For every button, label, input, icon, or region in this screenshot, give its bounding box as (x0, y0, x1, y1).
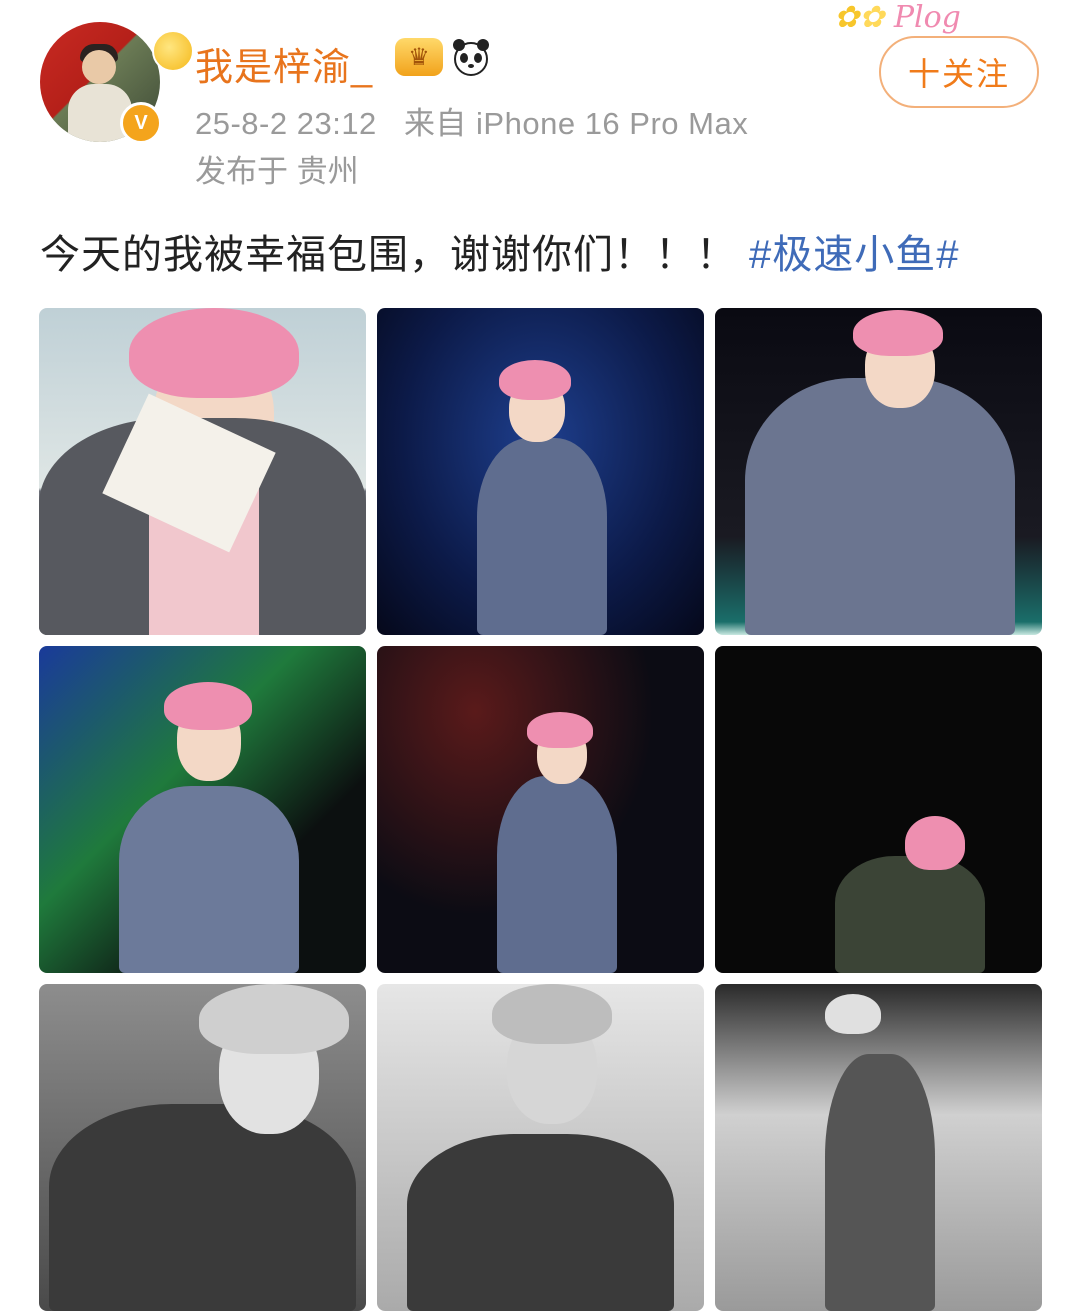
photo-subject (477, 438, 607, 635)
photo-4[interactable] (39, 646, 366, 973)
photo-subject-hair (499, 360, 571, 400)
photo-subject (49, 1104, 356, 1311)
photo-9[interactable] (715, 984, 1042, 1311)
avatar-face (82, 50, 116, 84)
avatar[interactable]: V (40, 22, 194, 144)
photo-3[interactable] (715, 308, 1042, 635)
photo-subject (119, 786, 299, 973)
panda-icon[interactable] (450, 36, 492, 78)
photo-2[interactable] (377, 308, 704, 635)
photo-subject (825, 1054, 935, 1311)
photo-subject (745, 378, 1015, 635)
follow-button[interactable]: 十关注 (879, 36, 1039, 108)
photo-subject-hair (527, 712, 593, 748)
photo-subject-hair (492, 984, 612, 1044)
photo-subject-hair (129, 308, 299, 398)
photo-subject-hair (853, 310, 943, 356)
photo-subject-hair (164, 682, 252, 730)
photo-7[interactable] (39, 984, 366, 1311)
photo-subject (407, 1134, 674, 1311)
username[interactable]: 我是梓渝_ (195, 36, 373, 91)
photo-subject-hair (199, 984, 349, 1054)
card-decoration-sticker: ✿✿ Plog (834, 0, 961, 35)
verified-badge-icon: V (120, 102, 162, 144)
photo-grid (39, 308, 1042, 1311)
post-source: 来自 iPhone 16 Pro Max (403, 106, 749, 141)
photo-subject (835, 856, 985, 973)
photo-8[interactable] (377, 984, 704, 1311)
photo-5[interactable] (377, 646, 704, 973)
decoration-text: Plog (893, 0, 961, 35)
post-body: 今天的我被幸福包围，谢谢你们！！！ (40, 233, 737, 277)
photo-1[interactable] (39, 308, 366, 635)
post-meta: 25-8-2 23:12 来自 iPhone 16 Pro Max (195, 98, 766, 143)
crown-icon[interactable]: ♛ (395, 38, 443, 76)
hashtag-link[interactable]: #极速小鱼# (749, 233, 960, 277)
avatar-pendant-icon (152, 30, 194, 72)
photo-subject (497, 776, 617, 973)
photo-subject-hair (825, 994, 881, 1034)
post-content: 今天的我被幸福包围，谢谢你们！！！ #极速小鱼# (40, 222, 960, 280)
photo-subject-hair (905, 816, 965, 870)
post-location: 发布于 贵州 (195, 154, 359, 189)
post-header: V 我是梓渝_ ♛ 25-8-2 23:12 来自 iPhone 16 Pro … (0, 0, 1080, 200)
photo-6[interactable] (715, 646, 1042, 973)
post-date: 25-8-2 23:12 (195, 106, 377, 141)
